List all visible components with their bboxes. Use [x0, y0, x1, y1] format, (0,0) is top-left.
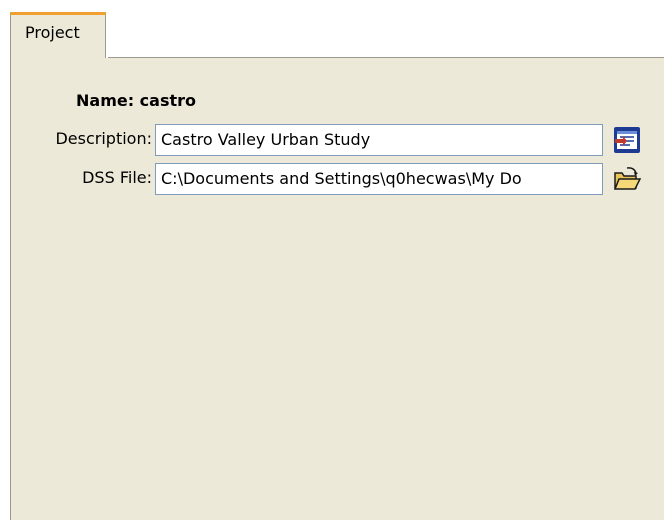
- tab-project[interactable]: Project: [10, 12, 106, 58]
- edit-description-icon: [614, 127, 640, 153]
- dss-file-label: DSS File:: [82, 168, 152, 187]
- dss-file-field[interactable]: C:\Documents and Settings\q0hecwas\My Do: [155, 163, 603, 195]
- project-panel: Name: castro Description: Castro Valley …: [10, 58, 664, 520]
- open-dss-file-button[interactable]: [612, 164, 642, 194]
- edit-description-button[interactable]: [612, 125, 642, 155]
- project-name: Name: castro: [76, 91, 197, 110]
- tab-strip: Project: [0, 0, 664, 58]
- description-field[interactable]: Castro Valley Urban Study: [155, 124, 603, 156]
- description-label: Description:: [55, 129, 152, 148]
- open-folder-icon: [613, 165, 642, 193]
- tab-project-label: Project: [25, 23, 80, 42]
